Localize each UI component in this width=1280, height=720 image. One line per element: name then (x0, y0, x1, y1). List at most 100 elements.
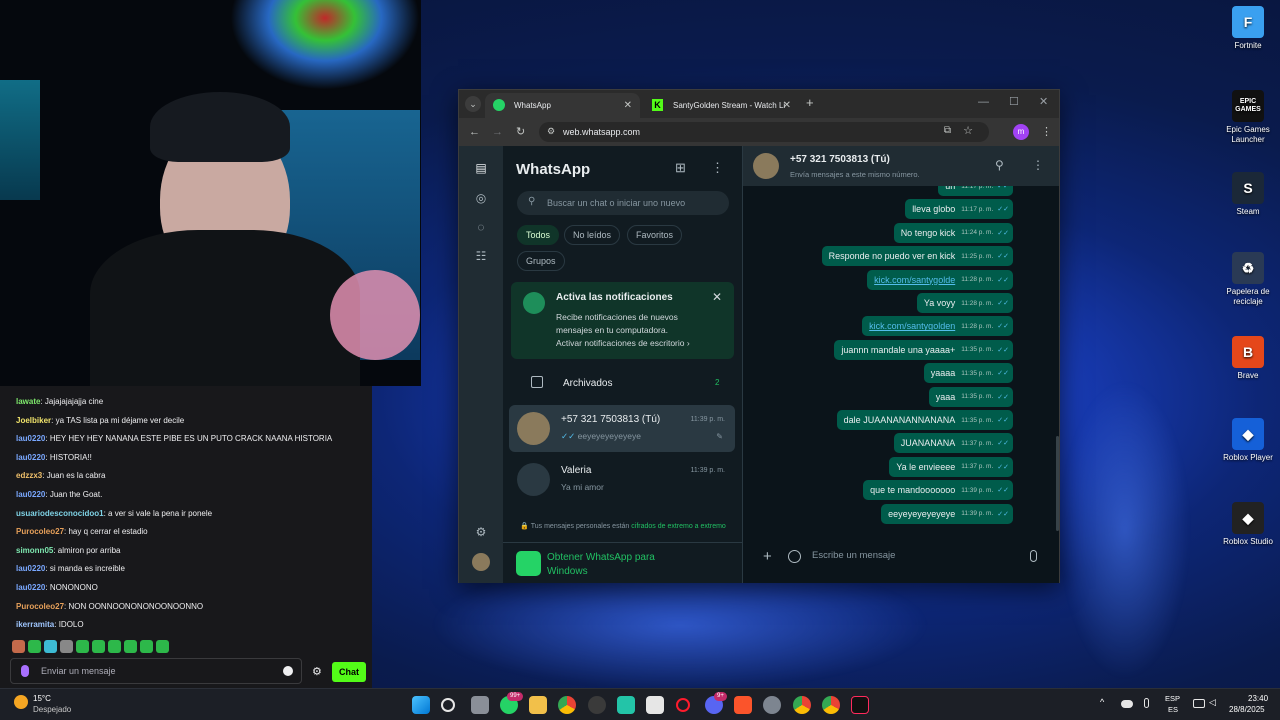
stream-chat-input[interactable]: Enviar un mensaje (10, 658, 302, 684)
tab-whatsapp[interactable]: WhatsApp ✕ (485, 93, 640, 118)
task-view-icon[interactable] (471, 696, 489, 714)
emoji-icon[interactable] (283, 666, 293, 676)
chrome-icon[interactable] (558, 696, 576, 714)
chat-settings-icon[interactable]: ⚙ (312, 665, 322, 678)
message-bubble[interactable]: yaaa 11:35 p. m. ✓✓ (928, 386, 1013, 407)
message-scrollbar[interactable] (1056, 436, 1059, 531)
tray-overflow-icon[interactable]: ^ (1100, 697, 1104, 707)
capcut-icon[interactable] (617, 696, 635, 714)
message-text[interactable]: kick.com/santygolden (869, 321, 955, 331)
chat-username[interactable]: lau0220 (16, 564, 45, 573)
file-explorer-icon[interactable] (529, 696, 547, 714)
chats-icon[interactable]: ▤ (473, 160, 489, 176)
chat-item-self[interactable]: +57 321 7503813 (Tú) 11:39 p. m. ✓✓ eeye… (509, 405, 735, 452)
conversation-menu-icon[interactable]: ⋮ (1032, 158, 1044, 172)
search-icon[interactable] (441, 698, 455, 712)
close-window-button[interactable]: ✕ (1039, 95, 1048, 108)
address-bar[interactable]: ⚙ web.whatsapp.com ⧉ ☆ (539, 122, 989, 142)
emote-bar[interactable] (12, 640, 169, 653)
chrome-profile-icon[interactable] (793, 696, 811, 714)
desktop-icon[interactable]: ◆ Roblox Studio (1212, 502, 1280, 547)
filter-todos[interactable]: Todos (517, 225, 560, 245)
tiktok-icon[interactable] (851, 696, 869, 714)
start-icon[interactable] (412, 696, 430, 714)
message-bubble[interactable]: juannn mandale una yaaaa+ 11:35 p. m. ✓✓ (834, 339, 1013, 360)
reload-icon[interactable]: ↻ (516, 125, 525, 139)
capcut-pro-icon[interactable] (646, 696, 664, 714)
chrome-profile-2-icon[interactable] (822, 696, 840, 714)
message-bubble[interactable]: lleva globo 11:17 p. m. ✓✓ (905, 199, 1013, 220)
message-bubble[interactable]: Ya voyy 11:28 p. m. ✓✓ (916, 293, 1013, 313)
get-app-banner[interactable]: Obtener WhatsApp para Windows (503, 542, 743, 583)
opera-icon[interactable] (676, 698, 690, 712)
browser-menu-icon[interactable]: ⋮ (1041, 125, 1052, 139)
chat-username[interactable]: Joelbiker (16, 416, 51, 425)
mic-tray-icon[interactable] (1144, 698, 1149, 708)
chat-username[interactable]: ikerramita (16, 620, 54, 629)
chat-username[interactable]: lau0220 (16, 490, 45, 499)
search-messages-icon[interactable]: ⚲ (995, 158, 1004, 172)
tab-santygolden[interactable]: K SantyGolden Stream - Watch Li ✕ (644, 93, 799, 118)
mic-icon[interactable] (21, 665, 29, 677)
message-bubble[interactable]: Ya le envieeee 11:37 p. m. ✓✓ (889, 456, 1013, 477)
message-bubble[interactable]: un 11:17 p. m. ✓✓ (938, 186, 1013, 196)
settings-icon[interactable]: ⚙ (473, 524, 489, 540)
chat-username[interactable]: simonn05 (16, 546, 53, 555)
archived-row[interactable]: Archivados 2 (503, 370, 743, 400)
message-bubble[interactable]: que te mandooooooo 11:39 p. m. ✓✓ (863, 480, 1013, 501)
close-tab-icon[interactable]: ✕ (783, 100, 791, 111)
channels-icon[interactable]: ◌ (473, 219, 489, 235)
forward-icon[interactable]: → (492, 125, 503, 139)
message-bubble[interactable]: kick.com/santygolden 11:28 p. m. ✓✓ (862, 316, 1013, 337)
message-bubble[interactable]: dale JUAANANANNANANA 11:35 p. m. ✓✓ (836, 410, 1013, 430)
list-menu-icon[interactable]: ⋮ (711, 160, 724, 176)
back-icon[interactable]: ← (469, 125, 480, 139)
tab-search-button[interactable]: ⌄ (465, 96, 481, 112)
network-icon[interactable] (1193, 699, 1205, 708)
bookmark-star-icon[interactable]: ☆ (963, 124, 973, 137)
desktop-icon[interactable]: ◆ Roblox Player (1212, 418, 1280, 463)
settings-icon[interactable] (763, 696, 781, 714)
chat-send-button[interactable]: Chat (332, 662, 366, 682)
desktop-icon[interactable]: S Steam (1212, 172, 1280, 217)
filter-no-leidos[interactable]: No leídos (564, 225, 621, 245)
mic-icon[interactable] (1030, 550, 1037, 562)
lang-bottom[interactable]: ES (1168, 705, 1178, 714)
maximize-button[interactable]: ☐ (1009, 95, 1019, 108)
new-tab-button[interactable]: + (806, 95, 814, 110)
chat-username[interactable]: Purocoleo27 (16, 527, 64, 536)
communities-icon[interactable]: ☷ (473, 248, 489, 264)
lang-top[interactable]: ESP (1165, 694, 1180, 703)
message-bubble[interactable]: Responde no puedo ver en kick 11:25 p. m.… (821, 246, 1013, 267)
emoji-icon[interactable] (788, 550, 801, 563)
desktop-icon[interactable]: ♻ Papelera de reciclaje (1212, 252, 1280, 307)
chat-item-valeria[interactable]: Valeria 11:39 p. m. Ya mi amor (509, 456, 735, 503)
message-bubble[interactable]: No tengo kick 11:24 p. m. ✓✓ (893, 222, 1013, 243)
status-icon[interactable]: ◎ (473, 190, 489, 206)
cloud-icon[interactable] (1121, 700, 1133, 708)
attach-icon[interactable]: + (763, 548, 772, 565)
message-bubble[interactable]: eeyeyeyeyeyeye 11:39 p. m. ✓✓ (881, 503, 1013, 524)
close-notif-icon[interactable]: ✕ (712, 290, 722, 304)
chat-username[interactable]: lau0220 (16, 453, 45, 462)
chat-username[interactable]: lawate (16, 397, 40, 406)
site-info-icon[interactable]: ⚙ (547, 126, 555, 137)
filter-grupos[interactable]: Grupos (517, 251, 565, 271)
conversation-header[interactable]: +57 321 7503813 (Tú) Envía mensajes a es… (743, 146, 1059, 186)
chat-search-input[interactable]: ⚲ Buscar un chat o iniciar uno nuevo (517, 191, 729, 215)
weather-icon[interactable] (14, 695, 28, 709)
minimize-button[interactable]: — (978, 96, 989, 108)
desktop-icon[interactable]: B Brave (1212, 336, 1280, 381)
desktop-icon[interactable]: EPIC GAMES Epic Games Launcher (1212, 90, 1280, 145)
chat-username[interactable]: usuariodesconocidoo1 (16, 509, 104, 518)
weather-desc[interactable]: Despejado (33, 705, 71, 714)
message-bubble[interactable]: kick.com/santygolde 11:28 p. m. ✓✓ (867, 269, 1013, 290)
user-avatar[interactable] (472, 553, 490, 571)
clock-date[interactable]: 28/8/2025 (1229, 705, 1265, 714)
volume-icon[interactable]: ◁ (1209, 697, 1216, 708)
close-tab-icon[interactable]: ✕ (624, 100, 632, 111)
message-bubble[interactable]: JUANANANA 11:37 p. m. ✓✓ (893, 433, 1013, 454)
chat-username[interactable]: lau0220 (16, 583, 45, 592)
message-input[interactable]: Escribe un mensaje (812, 550, 895, 561)
profile-avatar[interactable]: m (1013, 124, 1029, 140)
